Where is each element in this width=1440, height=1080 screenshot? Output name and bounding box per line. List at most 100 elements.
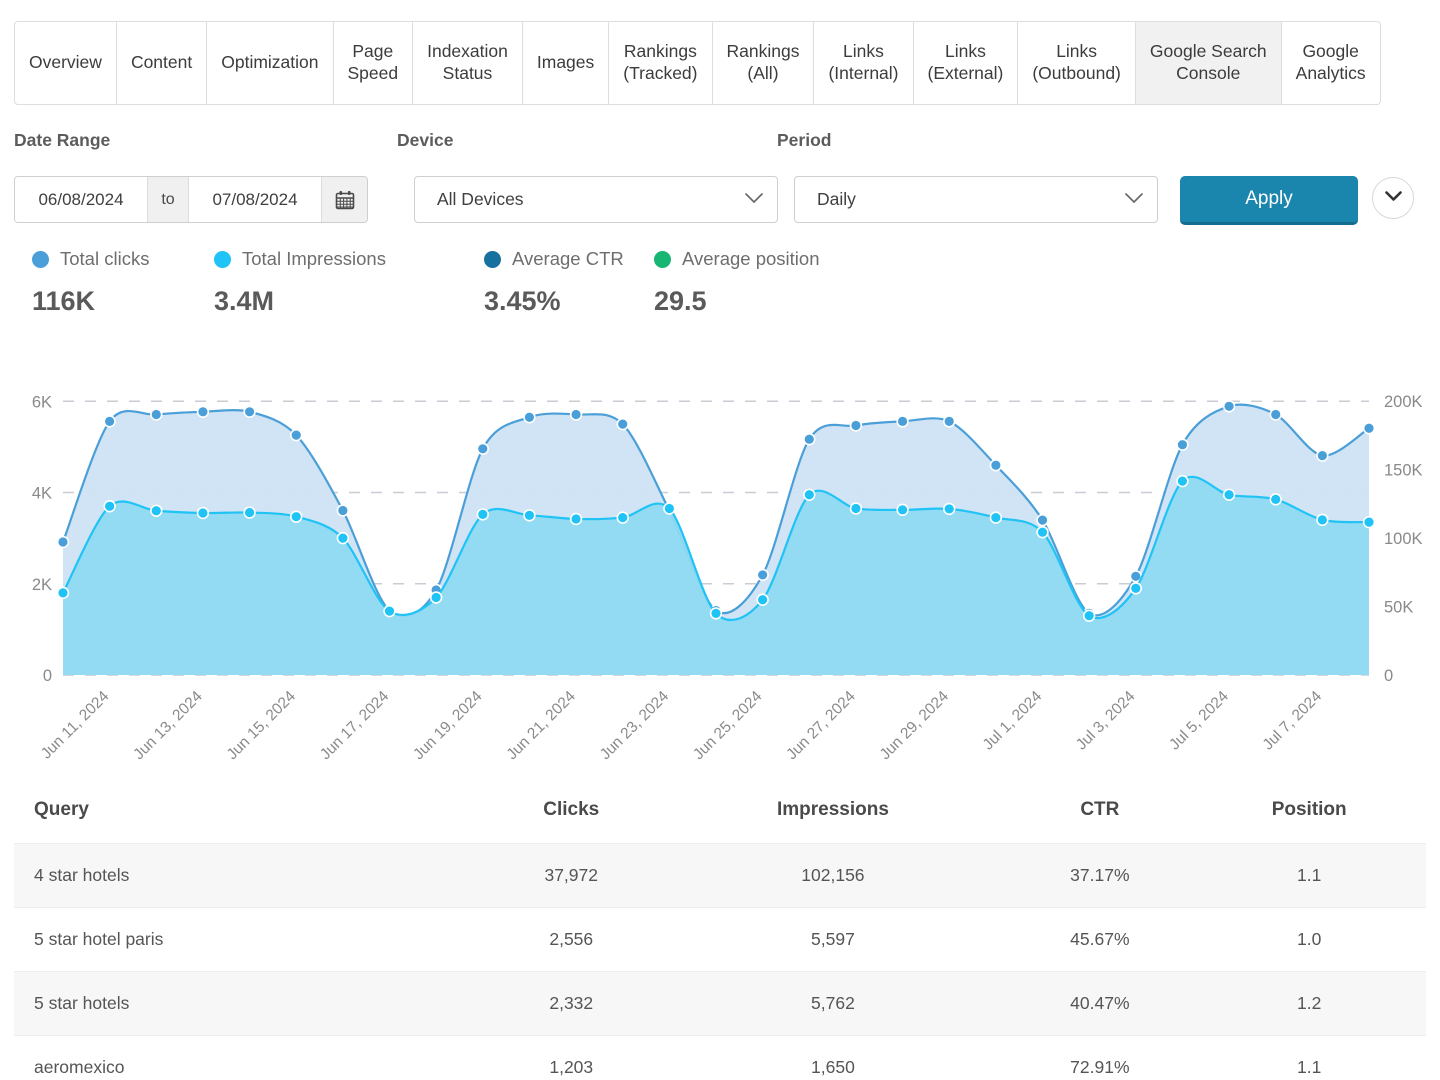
- metric-value: 116K: [32, 286, 96, 316]
- y-axis-right-tick: 100K: [1384, 530, 1423, 548]
- table-row[interactable]: 4 star hotels 37,972 102,156 37.17% 1.1: [14, 843, 1426, 908]
- y-axis-right-tick: 50K: [1384, 598, 1413, 616]
- cell-position: 1.2: [1192, 971, 1426, 1036]
- date-range-separator: to: [147, 177, 189, 222]
- metric-color-dot-icon: [654, 250, 671, 268]
- x-axis-tick: Jul 7, 2024: [1260, 688, 1326, 754]
- device-select-value: All Devices: [437, 189, 524, 209]
- apply-button[interactable]: Apply: [1180, 176, 1358, 225]
- x-axis-tick: Jun 27, 2024: [783, 688, 859, 764]
- column-header-query[interactable]: Query: [14, 787, 484, 844]
- date-range-label: Date Range: [14, 130, 111, 150]
- chevron-down-icon: [1125, 191, 1143, 209]
- tab-optimization[interactable]: Optimization: [207, 21, 334, 105]
- metric-summary-row: Total clicks 116K Total Impressions 3.4M Ave…: [14, 248, 1426, 343]
- table-row[interactable]: 5 star hotel paris 2,556 5,597 45.67% 1.0: [14, 907, 1426, 972]
- tab-links-external[interactable]: Links (External): [913, 21, 1019, 105]
- tab-google-analytics[interactable]: Google Analytics: [1281, 21, 1381, 105]
- metric-total-impressions: Total Impressions 3.4M: [214, 248, 386, 317]
- tab-page-speed[interactable]: Page Speed: [333, 21, 414, 105]
- table-header-row: Query Clicks Impressions CTR Position: [14, 787, 1426, 844]
- cell-query: 4 star hotels: [14, 843, 484, 908]
- metric-average-position: Average position 29.5: [654, 248, 819, 317]
- expand-filters-button[interactable]: [1372, 177, 1414, 219]
- cell-position: 1.0: [1192, 907, 1426, 972]
- x-axis-tick: Jun 17, 2024: [317, 688, 393, 764]
- y-axis-left-tick: 0: [43, 667, 52, 685]
- cell-clicks: 37,972: [484, 843, 659, 908]
- cell-clicks: 2,332: [484, 971, 659, 1036]
- calendar-icon[interactable]: [321, 177, 367, 222]
- period-label: Period: [777, 130, 832, 150]
- cell-query: 5 star hotels: [14, 971, 484, 1036]
- tab-indexation-status[interactable]: Indexation Status: [413, 21, 523, 105]
- metric-color-dot-icon: [484, 250, 501, 268]
- x-axis-tick: Jun 29, 2024: [877, 688, 953, 764]
- filter-bar: Date Range Device Period to: [14, 130, 1426, 240]
- cell-ctr: 72.91%: [1007, 1035, 1193, 1080]
- tab-google-search-console[interactable]: Google Search Console: [1135, 21, 1282, 105]
- metric-color-dot-icon: [214, 250, 231, 268]
- metric-average-ctr: Average CTR 3.45%: [484, 248, 624, 317]
- report-tab-bar: Overview Content Optimization Page Speed Ind…: [14, 21, 1426, 105]
- gsc-dashboard: Overview Content Optimization Page Speed Ind…: [0, 21, 1440, 1080]
- cell-position: 1.1: [1192, 1035, 1426, 1080]
- y-axis-right-tick: 0: [1384, 667, 1393, 685]
- tab-rankings-tracked[interactable]: Rankings (Tracked): [609, 21, 713, 105]
- table-row[interactable]: aeromexico 1,203 1,650 72.91% 1.1: [14, 1035, 1426, 1080]
- column-header-impressions[interactable]: Impressions: [658, 787, 1007, 844]
- cell-query: 5 star hotel paris: [14, 907, 484, 972]
- column-header-clicks[interactable]: Clicks: [484, 787, 658, 844]
- column-header-ctr[interactable]: CTR: [1007, 787, 1192, 844]
- chevron-down-icon: [1384, 189, 1402, 207]
- date-from-input[interactable]: [15, 177, 147, 222]
- y-axis-right-tick: 200K: [1384, 393, 1423, 411]
- cell-impressions: 5,597: [658, 907, 1008, 972]
- cell-clicks: 2,556: [484, 907, 659, 972]
- metric-name: Average CTR: [512, 248, 624, 269]
- performance-chart: 0 2K 4K 6K 0 50K 100K 150K 200K Jun 11, 2024 Jun 1…: [14, 365, 1426, 785]
- tab-content[interactable]: Content: [116, 21, 208, 105]
- date-to-input[interactable]: [189, 177, 321, 222]
- device-select[interactable]: All Devices: [414, 176, 778, 223]
- metric-value: 29.5: [654, 286, 707, 316]
- metric-value: 3.45%: [484, 286, 561, 316]
- y-axis-right-tick: 150K: [1384, 461, 1423, 479]
- cell-ctr: 37.17%: [1007, 843, 1193, 908]
- tab-links-outbound[interactable]: Links (Outbound): [1018, 21, 1136, 105]
- column-header-position[interactable]: Position: [1192, 787, 1426, 844]
- x-axis-tick: Jun 19, 2024: [410, 688, 486, 764]
- x-axis-tick: Jun 25, 2024: [690, 688, 766, 764]
- tab-overview[interactable]: Overview: [14, 21, 117, 105]
- cell-impressions: 1,650: [658, 1035, 1008, 1080]
- y-axis-left-tick: 4K: [32, 485, 52, 503]
- period-select[interactable]: Daily: [794, 176, 1158, 223]
- x-axis-tick: Jun 21, 2024: [503, 688, 579, 764]
- table-row[interactable]: 5 star hotels 2,332 5,762 40.47% 1.2: [14, 971, 1426, 1036]
- tab-links-internal[interactable]: Links (Internal): [814, 21, 914, 105]
- x-axis-tick: Jun 13, 2024: [130, 688, 206, 764]
- cell-impressions: 102,156: [658, 843, 1008, 908]
- cell-ctr: 40.47%: [1007, 971, 1193, 1036]
- tab-images[interactable]: Images: [522, 21, 610, 105]
- chart-canvas: 02K4K6K050K100K150K200KJun 11, 2024 Jun 1…: [32, 393, 1423, 764]
- x-axis-tick: Jul 5, 2024: [1166, 688, 1232, 754]
- metric-name: Total Impressions: [242, 248, 386, 269]
- metric-color-dot-icon: [32, 250, 49, 268]
- period-select-value: Daily: [817, 189, 856, 209]
- x-axis-tick: Jul 3, 2024: [1073, 688, 1139, 754]
- metric-name: Total clicks: [60, 248, 150, 269]
- chevron-down-icon: [745, 191, 763, 209]
- x-axis-tick: Jul 1, 2024: [980, 688, 1046, 754]
- cell-query: aeromexico: [14, 1035, 484, 1080]
- device-label: Device: [397, 130, 454, 150]
- date-range-picker[interactable]: to: [14, 176, 368, 223]
- metric-value: 3.4M: [214, 286, 275, 316]
- metric-name: Average position: [682, 248, 820, 269]
- x-axis-tick: Jun 11, 2024: [38, 688, 113, 763]
- cell-position: 1.1: [1192, 843, 1426, 908]
- query-table: Query Clicks Impressions CTR Position 4 star…: [14, 787, 1426, 1080]
- tab-rankings-all[interactable]: Rankings (All): [712, 21, 815, 105]
- cell-ctr: 45.67%: [1007, 907, 1193, 972]
- x-axis-tick: Jun 15, 2024: [224, 688, 300, 764]
